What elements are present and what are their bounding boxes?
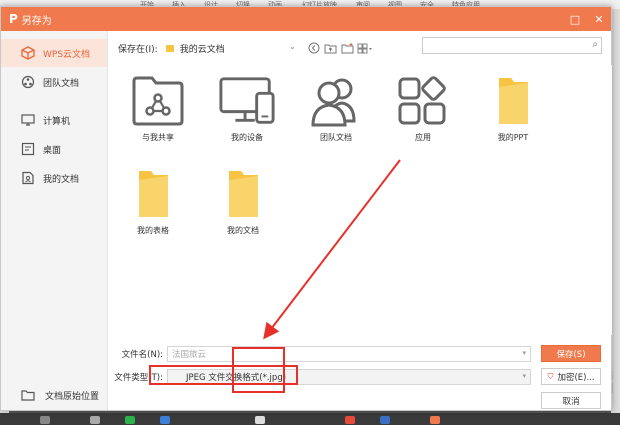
annotation-arrow [263, 159, 401, 340]
annotation-box-highlight [232, 347, 285, 393]
